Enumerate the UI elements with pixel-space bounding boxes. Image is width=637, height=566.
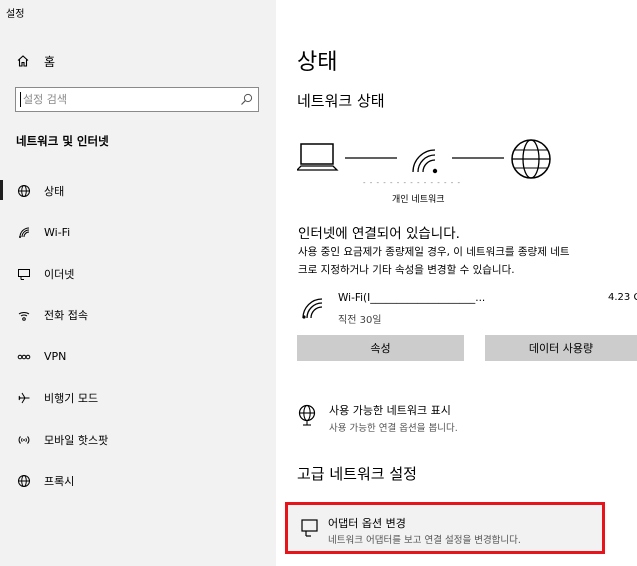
- sidebar-item-status[interactable]: 상태: [0, 170, 276, 212]
- change-adapter-options-option[interactable]: 어댑터 옵션 변경 네트워크 어댑터를 보고 연결 설정을 변경합니다.: [285, 502, 605, 554]
- internet-globe-icon: [511, 139, 551, 179]
- search-box[interactable]: [15, 87, 259, 112]
- globe-network-icon: [298, 404, 316, 426]
- sidebar-item-label: 이더넷: [44, 267, 75, 281]
- sidebar-item-mobile-hotspot[interactable]: 모바일 핫스팟: [0, 419, 276, 461]
- show-available-networks-option[interactable]: 사용 가능한 네트워크 표시 사용 가능한 연결 옵션을 봅니다.: [298, 402, 598, 438]
- text-cursor: [20, 92, 21, 107]
- network-type-label: 개인 네트워크: [392, 195, 445, 205]
- proxy-globe-icon: [16, 473, 32, 489]
- dialup-icon: [16, 307, 32, 323]
- search-input[interactable]: [23, 91, 233, 108]
- wifi-data-usage: 4.23 GB: [608, 292, 637, 303]
- wifi-icon: [16, 224, 32, 240]
- airplane-icon: [16, 390, 32, 406]
- search-icon[interactable]: [240, 93, 253, 106]
- sidebar: 설정 홈 네트워크 및 인터넷 상태 Wi-Fi: [0, 0, 276, 566]
- sidebar-item-label: VPN: [44, 350, 67, 364]
- vpn-icon: [16, 349, 32, 365]
- advanced-network-settings-heading: 고급 네트워크 설정: [297, 465, 417, 483]
- wifi-connection-row: Wi-Fi(I____________________... 직전 30일 4.…: [298, 290, 637, 330]
- status-globe-icon: [16, 183, 32, 199]
- option-description: 네트워크 어댑터를 보고 연결 설정을 변경합니다.: [328, 535, 521, 546]
- wifi-icon: [302, 298, 323, 319]
- section-title: 네트워크 및 인터넷: [16, 134, 109, 148]
- sidebar-item-ethernet[interactable]: 이더넷: [0, 253, 276, 295]
- laptop-icon: [297, 143, 339, 171]
- sidebar-item-label: Wi-Fi: [44, 225, 71, 239]
- sidebar-item-label: 상태: [44, 184, 65, 198]
- sidebar-item-vpn[interactable]: VPN: [0, 336, 276, 378]
- sidebar-item-wifi[interactable]: Wi-Fi: [0, 212, 276, 254]
- sidebar-item-airplane-mode[interactable]: 비행기 모드: [0, 378, 276, 420]
- network-status-heading: 네트워크 상태: [297, 92, 385, 110]
- wifi-usage-period: 직전 30일: [338, 315, 382, 326]
- app-title: 설정: [6, 9, 25, 20]
- sidebar-item-dialup[interactable]: 전화 접속: [0, 295, 276, 337]
- option-description: 사용 가능한 연결 옵션을 봅니다.: [329, 423, 458, 434]
- network-diagram: [297, 139, 551, 179]
- data-usage-button[interactable]: 데이터 사용량: [485, 335, 637, 361]
- home-label: 홈: [44, 54, 56, 69]
- option-title: 사용 가능한 네트워크 표시: [329, 404, 451, 417]
- sidebar-item-proxy[interactable]: 프록시: [0, 461, 276, 503]
- sidebar-item-label: 비행기 모드: [44, 392, 99, 406]
- sidebar-item-label: 프록시: [44, 475, 75, 489]
- page-title: 상태: [297, 50, 338, 75]
- home-nav-item[interactable]: 홈: [16, 51, 55, 71]
- main-content: 상태 네트워크 상태 - - - - - - - - - - - - - - -…: [276, 0, 637, 566]
- hotspot-icon: [16, 432, 32, 448]
- wifi-signal-icon: [412, 149, 438, 174]
- properties-button[interactable]: 속성: [297, 335, 464, 361]
- connection-description: 사용 중인 요금제가 종량제일 경우, 이 네트워크를 종량제 네트 크로 지정…: [298, 244, 570, 279]
- connection-description-line: 사용 중인 요금제가 종량제일 경우, 이 네트워크를 종량제 네트: [298, 246, 570, 258]
- ethernet-icon: [16, 266, 32, 282]
- sidebar-nav: 상태 Wi-Fi 이더넷 전화 접속 VPN 비행기 모드 모바일 핫스팟 프록…: [0, 170, 276, 502]
- wifi-network-name: Wi-Fi(I____________________...: [338, 292, 486, 304]
- sidebar-item-label: 모바일 핫스팟: [44, 433, 109, 447]
- masked-network-name: - - - - - - - - - - - - - - -: [363, 179, 462, 187]
- connection-status-title: 인터넷에 연결되어 있습니다.: [298, 226, 460, 242]
- connection-description-line: 크로 지정하거나 기타 속성을 변경할 수 있습니다.: [298, 263, 515, 276]
- sidebar-item-label: 전화 접속: [44, 309, 88, 323]
- adapter-monitor-icon: [301, 519, 318, 537]
- option-title: 어댑터 옵션 변경: [328, 517, 406, 530]
- home-icon: [17, 55, 29, 67]
